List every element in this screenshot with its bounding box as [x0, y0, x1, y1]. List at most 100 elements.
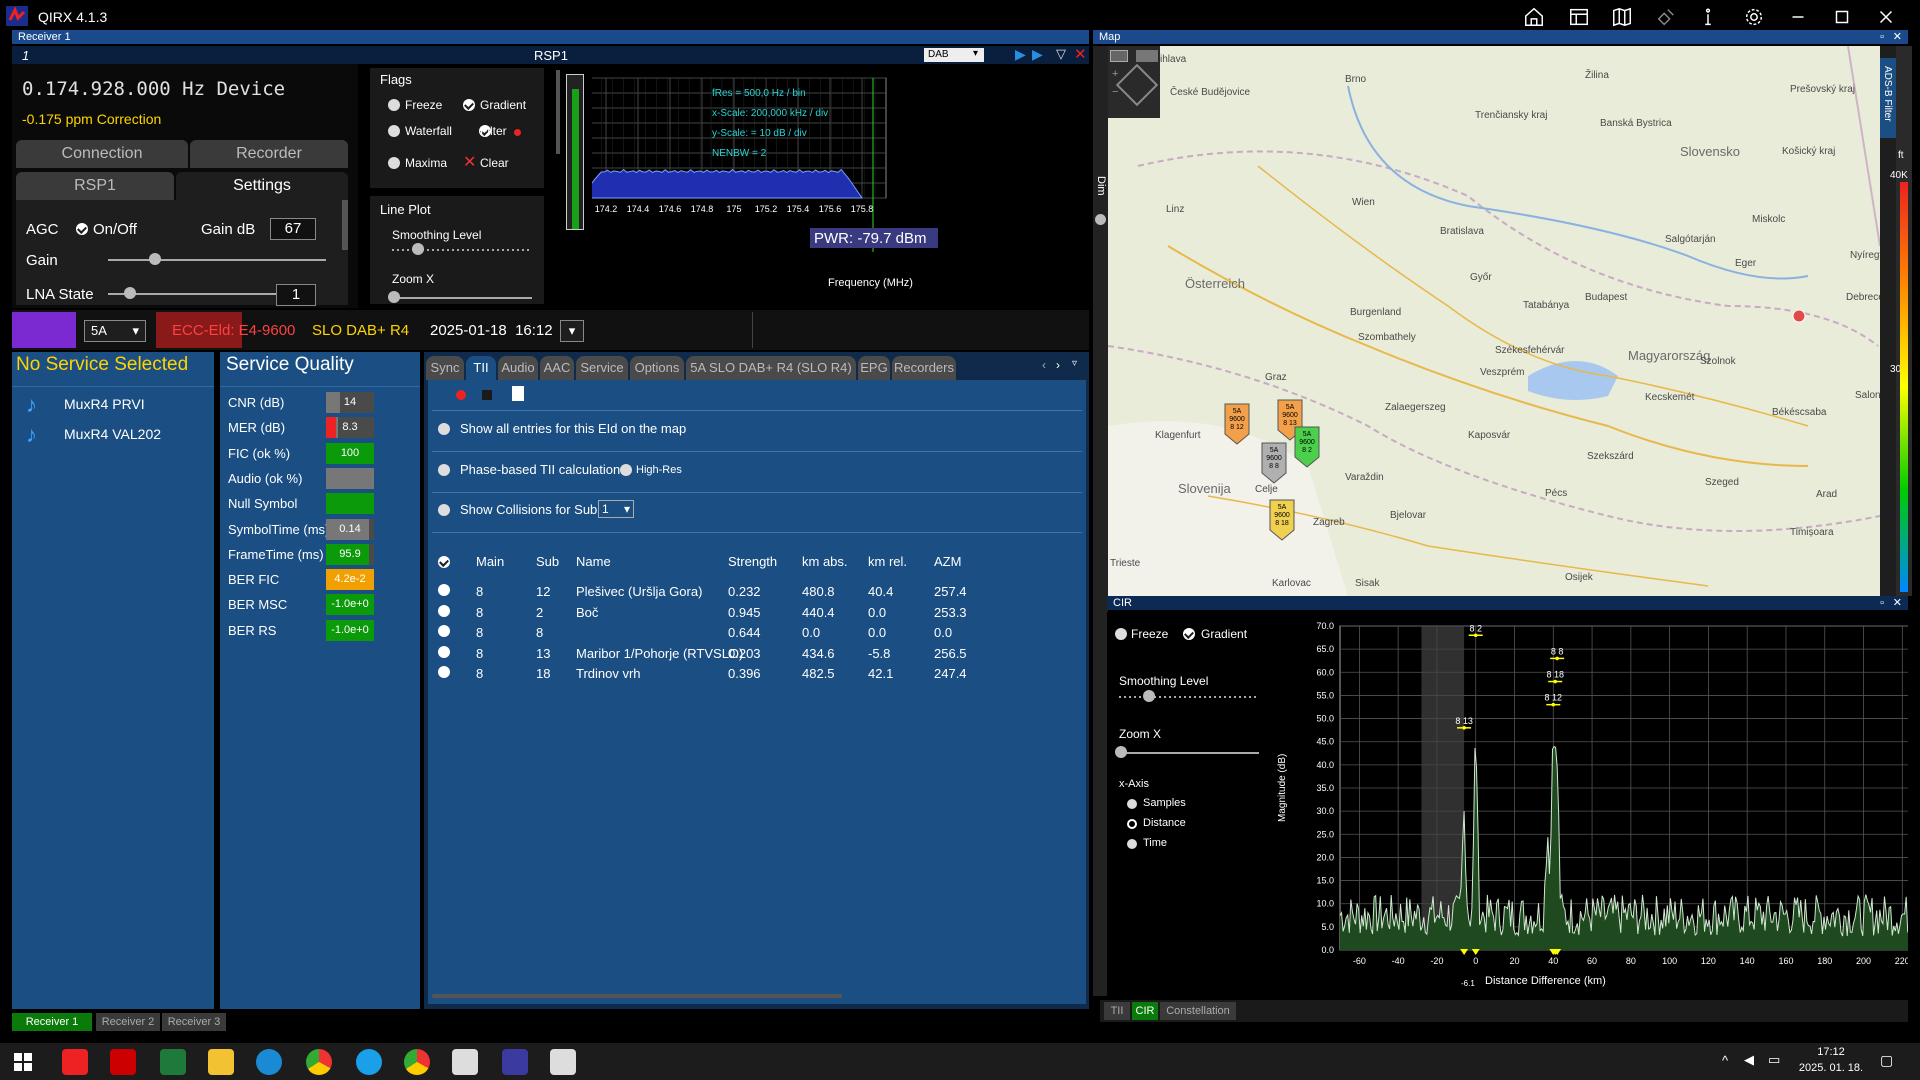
close-icon[interactable]: ✕ [1893, 596, 1902, 610]
speaker-icon[interactable]: ◀ [1744, 1052, 1754, 1068]
layout-icon[interactable] [1565, 5, 1593, 29]
tii-tab[interactable]: TII [466, 356, 496, 380]
tab-constellation[interactable]: Constellation [1160, 1002, 1236, 1020]
stop-close-icon[interactable]: ✕ [1074, 45, 1087, 63]
lna-slider-knob[interactable] [124, 287, 136, 299]
show-collisions-radio[interactable] [438, 504, 450, 516]
tii-column-header[interactable]: AZM [934, 554, 961, 569]
cir-gradient-checkbox[interactable] [1183, 628, 1195, 640]
tii-column-header[interactable]: Strength [728, 554, 777, 569]
row-checkbox[interactable] [438, 645, 450, 658]
tii-tab[interactable]: Service [576, 356, 628, 380]
tii-column-header[interactable]: km abs. [802, 554, 848, 569]
filter-icon[interactable]: ▽ [1056, 46, 1066, 62]
record-icon[interactable] [456, 390, 466, 400]
tab-list-icon[interactable]: ▿ [1072, 358, 1077, 369]
play-icon[interactable]: ▶ [1015, 46, 1026, 63]
tii-column-header[interactable]: Sub [536, 554, 559, 569]
row-checkbox[interactable] [438, 666, 450, 678]
chrome-profile-icon[interactable] [404, 1049, 430, 1075]
tii-column-header[interactable]: Name [576, 554, 611, 569]
gain-slider[interactable] [108, 259, 326, 261]
tab-receiver-1[interactable]: Receiver 1 [12, 1013, 92, 1031]
chrome-icon[interactable] [306, 1049, 332, 1075]
channel-select[interactable]: 5A ▾ [84, 320, 146, 342]
zoom-x-slider-knob[interactable] [388, 291, 400, 303]
youtube-icon[interactable] [62, 1049, 88, 1075]
tii-table-row[interactable]: 8 12 Plešivec (Uršlja Gora) 0.232 480.8 40.4 2… [428, 582, 1084, 602]
map-view[interactable]: Jihlava Brno Žilina České Budějovice Trenčia… [1108, 46, 1880, 596]
close-icon[interactable] [1872, 5, 1900, 29]
map-icon[interactable] [1608, 5, 1636, 29]
distance-radio[interactable] [1127, 819, 1137, 829]
maximize-icon[interactable]: ▫ [1880, 30, 1884, 44]
tab-recorder[interactable]: Recorder [190, 140, 348, 168]
acrobat-icon[interactable] [110, 1049, 136, 1075]
service-item[interactable]: MuxR4 VAL202 [64, 426, 161, 442]
document-icon[interactable] [512, 386, 524, 401]
freeze-radio[interactable] [388, 99, 400, 111]
dim-slider-knob[interactable] [1095, 214, 1106, 225]
service-item[interactable]: MuxR4 PRVI [64, 396, 145, 412]
tab-receiver-2[interactable]: Receiver 2 [96, 1013, 160, 1031]
tab-scroll-right-icon[interactable]: › [1056, 358, 1060, 372]
row-checkbox[interactable] [438, 625, 450, 637]
phase-based-radio[interactable] [438, 464, 450, 476]
settings-scrollbar[interactable] [342, 200, 348, 250]
gradient-checkbox[interactable] [463, 99, 475, 111]
close-icon[interactable]: ✕ [1893, 30, 1902, 44]
tab-scroll-left-icon[interactable]: ‹ [1042, 358, 1046, 372]
tii-tab[interactable]: Audio [498, 356, 538, 380]
info-icon[interactable] [1694, 5, 1722, 29]
mode-select[interactable]: DAB ▾ [924, 48, 984, 62]
tii-column-header[interactable]: km rel. [868, 554, 907, 569]
cir-smoothing-knob[interactable] [1143, 690, 1155, 702]
horizontal-scrollbar[interactable] [432, 994, 842, 998]
file-explorer-icon[interactable] [208, 1049, 234, 1075]
waterfall-radio[interactable] [388, 125, 400, 137]
tii-tab[interactable]: Options [630, 356, 684, 380]
minimize-icon[interactable] [1784, 5, 1812, 29]
tii-tab[interactable]: EPG [858, 356, 890, 380]
tii-tab[interactable]: AAC [540, 356, 574, 380]
row-checkbox[interactable] [438, 584, 450, 596]
smoothing-slider-knob[interactable] [412, 243, 424, 255]
clock-time[interactable]: 17:12 [1796, 1046, 1866, 1058]
stop-icon[interactable] [482, 390, 492, 400]
windows-start-icon[interactable] [14, 1053, 32, 1071]
notification-icon[interactable]: ▢ [1880, 1052, 1893, 1069]
maxima-radio[interactable] [388, 157, 400, 169]
agc-checkbox[interactable] [76, 223, 88, 235]
excel-icon[interactable] [160, 1049, 186, 1075]
zoom-out-icon[interactable]: − [1112, 86, 1118, 98]
map-layer-toggle[interactable] [1110, 50, 1128, 62]
pan-control-icon[interactable] [1115, 63, 1159, 107]
time-radio[interactable] [1127, 839, 1137, 849]
level-scrollbar[interactable] [556, 70, 560, 154]
select-all-checkbox[interactable] [438, 556, 450, 568]
sub-id-select[interactable]: 1 ▾ [598, 500, 634, 518]
settings-gear-icon[interactable] [1740, 5, 1768, 29]
tray-chevron-icon[interactable]: ^ [1722, 1053, 1728, 1068]
tab-receiver-3[interactable]: Receiver 3 [162, 1013, 226, 1031]
skype-icon[interactable] [356, 1049, 382, 1075]
tab-tii[interactable]: TII [1104, 1002, 1130, 1020]
show-all-entries-radio[interactable] [438, 423, 450, 435]
cir-zoom-x-slider[interactable] [1119, 752, 1259, 754]
cir-smoothing-slider[interactable] [1119, 696, 1259, 698]
gain-db-input[interactable]: 67 [270, 218, 316, 240]
window-app-icon[interactable] [452, 1049, 478, 1075]
high-res-radio[interactable] [620, 464, 632, 476]
clear-label[interactable]: Clear [480, 156, 509, 170]
satellite-icon[interactable] [1652, 5, 1680, 29]
zoom-in-icon[interactable]: + [1112, 68, 1118, 80]
home-icon[interactable] [1520, 5, 1548, 29]
row-checkbox[interactable] [438, 604, 450, 617]
samples-radio[interactable] [1127, 799, 1137, 809]
clock-date[interactable]: 2025. 01. 18. [1796, 1062, 1866, 1074]
gain-slider-knob[interactable] [149, 253, 161, 265]
map-layer-toggle-2[interactable] [1136, 50, 1158, 62]
zoom-x-slider[interactable] [392, 297, 532, 299]
network-icon[interactable]: ▭ [1768, 1052, 1780, 1068]
tab-cir[interactable]: CIR [1132, 1002, 1158, 1020]
